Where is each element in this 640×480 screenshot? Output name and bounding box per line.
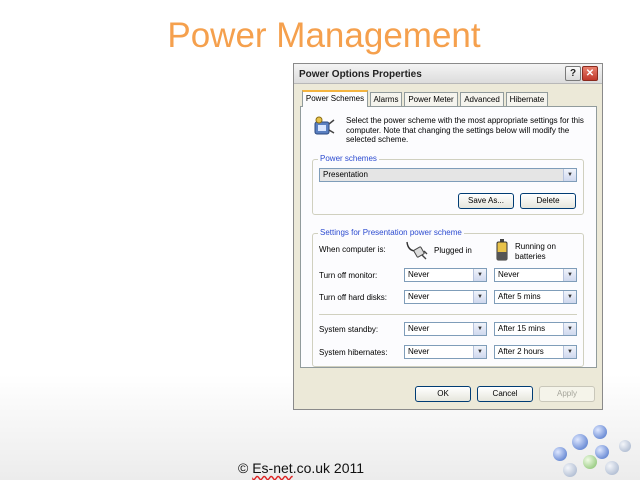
power-options-dialog: Power Options Properties ? ✕ Power Schem…	[293, 63, 603, 410]
system-hibernates-battery-select[interactable]: After 2 hours ▼	[494, 345, 577, 359]
power-schemes-group-label: Power schemes	[318, 154, 379, 163]
power-scheme-icon	[314, 116, 335, 135]
chevron-down-icon[interactable]: ▼	[473, 346, 486, 358]
power-scheme-select[interactable]: Presentation ▼	[319, 168, 577, 182]
footer-prefix: ©	[238, 460, 253, 476]
scheme-description: Select the power scheme with the most ap…	[346, 116, 584, 144]
battery-icon	[496, 239, 508, 261]
footer-brand: Es-net	[252, 460, 293, 476]
system-hibernates-plugged-select[interactable]: Never ▼	[404, 345, 487, 359]
tab-alarms[interactable]: Alarms	[370, 92, 402, 106]
turn-off-monitor-battery-value: Never	[498, 270, 520, 279]
turn-off-monitor-battery-select[interactable]: Never ▼	[494, 268, 577, 282]
turn-off-hard-disks-battery-select[interactable]: After 5 mins ▼	[494, 290, 577, 304]
cancel-button[interactable]: Cancel	[477, 386, 533, 402]
settings-separator	[319, 314, 577, 315]
turn-off-monitor-plugged-value: Never	[408, 270, 430, 279]
tab-hibernate[interactable]: Hibernate	[506, 92, 548, 106]
chevron-down-icon[interactable]: ▼	[563, 169, 576, 181]
ok-button[interactable]: OK	[415, 386, 471, 402]
chevron-down-icon[interactable]: ▼	[563, 323, 576, 335]
turn-off-hard-disks-battery-value: After 5 mins	[498, 292, 541, 301]
slide-title: Power Management	[167, 16, 481, 55]
scheme-settings-group-label: Settings for Presentation power scheme	[318, 228, 464, 237]
system-hibernates-battery-value: After 2 hours	[498, 347, 544, 356]
footer-rest: .co.uk 2011	[292, 460, 365, 476]
system-standby-battery-select[interactable]: After 15 mins ▼	[494, 322, 577, 336]
decorative-bubbles	[553, 425, 631, 477]
copyright-footer: © Es-net.co.uk 2011	[238, 460, 364, 476]
turn-off-hard-disks-plugged-select[interactable]: Never ▼	[404, 290, 487, 304]
system-standby-plugged-select[interactable]: Never ▼	[404, 322, 487, 336]
tab-power-meter[interactable]: Power Meter	[404, 92, 458, 106]
chevron-down-icon[interactable]: ▼	[563, 291, 576, 303]
system-standby-label: System standby:	[319, 325, 379, 334]
chevron-down-icon[interactable]: ▼	[563, 269, 576, 281]
chevron-down-icon[interactable]: ▼	[473, 291, 486, 303]
close-button[interactable]: ✕	[582, 66, 598, 81]
running-on-batteries-label: Running on batteries	[515, 242, 556, 261]
apply-button[interactable]: Apply	[539, 386, 595, 402]
when-computer-is-label: When computer is:	[319, 245, 386, 254]
turn-off-monitor-plugged-select[interactable]: Never ▼	[404, 268, 487, 282]
tab-power-schemes[interactable]: Power Schemes	[302, 90, 368, 107]
system-standby-plugged-value: Never	[408, 324, 430, 333]
delete-button[interactable]: Delete	[520, 193, 576, 209]
dialog-title: Power Options Properties	[299, 69, 422, 80]
save-as-button[interactable]: Save As...	[458, 193, 514, 209]
dialog-titlebar[interactable]: Power Options Properties ? ✕	[294, 64, 602, 84]
help-button[interactable]: ?	[565, 66, 581, 81]
chevron-down-icon[interactable]: ▼	[473, 323, 486, 335]
chevron-down-icon[interactable]: ▼	[473, 269, 486, 281]
turn-off-monitor-label: Turn off monitor:	[319, 271, 378, 280]
system-hibernates-label: System hibernates:	[319, 348, 388, 357]
tab-advanced[interactable]: Advanced	[460, 92, 504, 106]
turn-off-hard-disks-plugged-value: Never	[408, 292, 430, 301]
power-scheme-value: Presentation	[323, 170, 368, 179]
plug-icon	[406, 241, 428, 260]
system-hibernates-plugged-value: Never	[408, 347, 430, 356]
plugged-in-label: Plugged in	[434, 246, 472, 255]
turn-off-hard-disks-label: Turn off hard disks:	[319, 293, 388, 302]
chevron-down-icon[interactable]: ▼	[563, 346, 576, 358]
system-standby-battery-value: After 15 mins	[498, 324, 546, 333]
